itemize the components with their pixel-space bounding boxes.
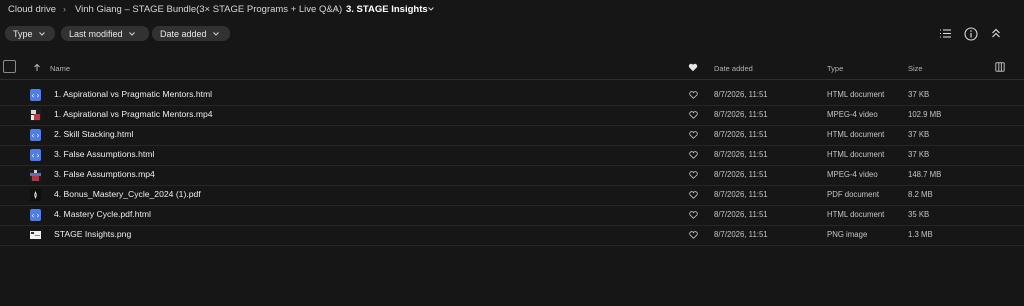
favourite-heart-icon[interactable] <box>689 191 698 199</box>
date-added: 8/7/2026, 11:51 <box>714 170 768 179</box>
filter-last-modified-chip[interactable]: Last modified <box>61 26 149 41</box>
table-row[interactable]: 4. Bonus_Mastery_Cycle_2024 (1).pdf 8/7/… <box>0 185 1024 206</box>
favourite-heart-icon[interactable] <box>689 151 698 159</box>
favourite-heart-icon[interactable] <box>688 63 698 72</box>
breadcrumb-current-folder[interactable]: 3. STAGE Insights <box>346 4 428 15</box>
file-type: HTML document <box>827 90 885 99</box>
favourite-heart-icon[interactable] <box>689 211 698 219</box>
file-name: 1. Aspirational vs Pragmatic Mentors.mp4 <box>54 109 213 119</box>
file-name: 4. Mastery Cycle.pdf.html <box>54 209 151 219</box>
chevron-down-icon <box>212 31 219 36</box>
file-name: 3. False Assumptions.mp4 <box>54 169 155 179</box>
info-icon[interactable] <box>964 27 978 41</box>
file-type: PDF document <box>827 190 880 199</box>
video-thumbnail-icon <box>30 169 41 181</box>
file-name: 2. Skill Stacking.html <box>54 129 134 139</box>
file-type: HTML document <box>827 150 885 159</box>
file-name: 3. False Assumptions.html <box>54 149 155 159</box>
column-header-name[interactable]: Name <box>50 64 70 73</box>
file-name: 4. Bonus_Mastery_Cycle_2024 (1).pdf <box>54 189 201 199</box>
svg-text:‹›: ‹› <box>31 211 41 220</box>
file-type: MPEG-4 video <box>827 110 878 119</box>
table-row[interactable]: ‹› 1. Aspirational vs Pragmatic Mentors.… <box>0 85 1024 106</box>
column-header-type[interactable]: Type <box>827 64 843 73</box>
file-size: 37 KB <box>908 90 930 99</box>
filter-date-added-label: Date added <box>160 28 207 39</box>
breadcrumb: Cloud drive › Vinh Giang – STAGE Bundle(… <box>0 0 1024 20</box>
date-added: 8/7/2026, 11:51 <box>714 110 768 119</box>
date-added: 8/7/2026, 11:51 <box>714 230 768 239</box>
table-row[interactable]: ‹› 4. Mastery Cycle.pdf.html 8/7/2026, 1… <box>0 205 1024 226</box>
video-thumbnail-icon <box>30 109 41 121</box>
file-name: 1. Aspirational vs Pragmatic Mentors.htm… <box>54 89 213 99</box>
favourite-heart-icon[interactable] <box>689 111 698 119</box>
file-size: 148.7 MB <box>908 170 942 179</box>
table-row[interactable]: 1. Aspirational vs Pragmatic Mentors.mp4… <box>0 105 1024 126</box>
sort-arrow-up-icon[interactable] <box>33 63 41 72</box>
html-file-icon: ‹› <box>30 129 41 141</box>
list-view-icon[interactable] <box>939 27 952 40</box>
image-thumbnail-icon <box>30 231 41 239</box>
file-type: PNG image <box>827 230 868 239</box>
file-type: MPEG-4 video <box>827 170 878 179</box>
file-name: STAGE Insights.png <box>54 229 132 239</box>
svg-text:‹›: ‹› <box>31 151 41 160</box>
date-added: 8/7/2026, 11:51 <box>714 90 768 99</box>
table-row[interactable]: 3. False Assumptions.mp4 8/7/2026, 11:51… <box>0 165 1024 186</box>
html-file-icon: ‹› <box>30 149 41 161</box>
date-added: 8/7/2026, 11:51 <box>714 150 768 159</box>
breadcrumb-cloud-drive[interactable]: Cloud drive <box>8 4 56 15</box>
chevron-down-icon <box>38 31 45 36</box>
column-header-size[interactable]: Size <box>908 64 923 73</box>
file-size: 37 KB <box>908 150 930 159</box>
favourite-heart-icon[interactable] <box>689 231 698 239</box>
favourite-heart-icon[interactable] <box>689 171 698 179</box>
table-row[interactable]: STAGE Insights.png 8/7/2026, 11:51 PNG i… <box>0 225 1024 246</box>
breadcrumb-bundle-folder[interactable]: Vinh Giang – STAGE Bundle(3× STAGE Progr… <box>75 4 342 15</box>
table-header: Name Date added Type Size <box>0 57 1024 80</box>
filter-type-chip[interactable]: Type <box>5 26 55 41</box>
column-settings-icon[interactable] <box>995 62 1005 72</box>
file-size: 35 KB <box>908 210 930 219</box>
date-added: 8/7/2026, 11:51 <box>714 190 768 199</box>
favourite-heart-icon[interactable] <box>689 91 698 99</box>
pdf-thumbnail-icon <box>30 189 41 201</box>
select-all-checkbox[interactable] <box>3 60 16 73</box>
chevron-down-icon[interactable] <box>427 5 435 13</box>
date-added: 8/7/2026, 11:51 <box>714 130 768 139</box>
chevron-down-icon <box>128 31 135 36</box>
filter-last-modified-label: Last modified <box>69 28 123 39</box>
file-size: 1.3 MB <box>908 230 933 239</box>
table-row[interactable]: ‹› 2. Skill Stacking.html 8/7/2026, 11:5… <box>0 125 1024 146</box>
favourite-heart-icon[interactable] <box>689 131 698 139</box>
file-size: 8.2 MB <box>908 190 933 199</box>
date-added: 8/7/2026, 11:51 <box>714 210 768 219</box>
file-size: 102.9 MB <box>908 110 942 119</box>
filter-type-label: Type <box>13 28 33 39</box>
file-type: HTML document <box>827 210 885 219</box>
svg-text:‹›: ‹› <box>31 131 41 140</box>
file-size: 37 KB <box>908 130 930 139</box>
collapse-up-icon[interactable] <box>990 27 1002 40</box>
filter-date-added-chip[interactable]: Date added <box>152 26 230 41</box>
svg-text:‹›: ‹› <box>31 91 41 100</box>
html-file-icon: ‹› <box>30 209 41 221</box>
html-file-icon: ‹› <box>30 89 41 101</box>
column-header-date-added[interactable]: Date added <box>714 64 753 73</box>
breadcrumb-separator-icon: › <box>63 4 66 14</box>
file-type: HTML document <box>827 130 885 139</box>
table-row[interactable]: ‹› 3. False Assumptions.html 8/7/2026, 1… <box>0 145 1024 166</box>
breadcrumb-separator-icon: › <box>335 4 338 14</box>
